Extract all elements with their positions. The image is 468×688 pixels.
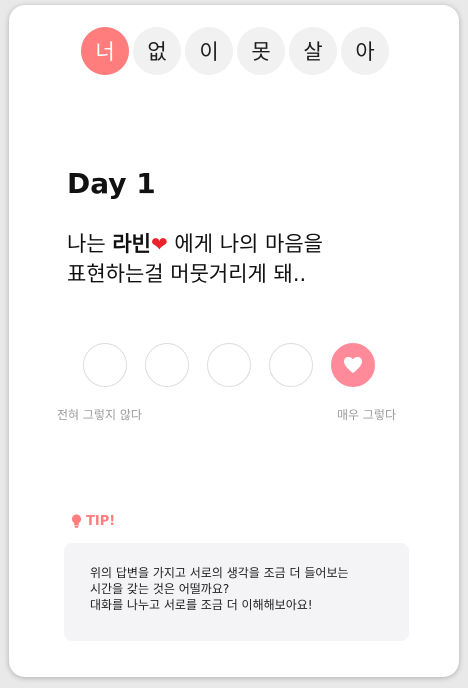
- tab-1[interactable]: 너: [81, 27, 129, 75]
- scale-option-2[interactable]: [145, 343, 189, 387]
- question-text: 나는 라빈❤ 에게 나의 마음을 표현하는걸 머뭇거리게 돼..: [67, 229, 427, 289]
- tab-5[interactable]: 살: [289, 27, 337, 75]
- tab-4[interactable]: 못: [237, 27, 285, 75]
- tab-2[interactable]: 없: [133, 27, 181, 75]
- tab-3[interactable]: 이: [185, 27, 233, 75]
- tip-line-2: 시간을 갖는 것은 어떨까요?: [90, 582, 230, 596]
- tip-box: 위의 답변을 가지고 서로의 생각을 조금 더 들어보는 시간을 갖는 것은 어…: [64, 543, 409, 641]
- tip-title: TIP!: [86, 514, 116, 529]
- tip-header: TIP!: [71, 514, 115, 529]
- partner-name: 라빈: [112, 232, 151, 256]
- red-heart-icon: ❤: [150, 232, 168, 256]
- tip-line-1: 위의 답변을 가지고 서로의 생각을 조금 더 들어보는: [90, 566, 349, 580]
- question-prefix: 나는: [67, 232, 113, 256]
- scale-option-4[interactable]: [269, 343, 313, 387]
- scale-min-label: 전혀 그렇지 않다: [57, 408, 142, 422]
- lightbulb-icon: [71, 514, 82, 528]
- tip-line-3: 대화를 나누고 서로를 조금 더 이해해보아요!: [90, 598, 313, 612]
- card: 너 없 이 못 살 아 Day 1 나는 라빈❤ 에게 나의 마음을 표현하는걸…: [9, 5, 459, 677]
- question-after-name: 에게 나의 마음을: [167, 232, 323, 256]
- day-title: Day 1: [67, 167, 156, 200]
- scale-option-1[interactable]: [83, 343, 127, 387]
- scale-max-label: 매우 그렇다: [337, 408, 397, 422]
- letter-tabs: 너 없 이 못 살 아: [81, 27, 393, 75]
- scale-option-5[interactable]: [331, 343, 375, 387]
- answer-scale: [83, 343, 393, 387]
- tab-6[interactable]: 아: [341, 27, 389, 75]
- question-line-2: 표현하는걸 머뭇거리게 돼..: [67, 262, 307, 286]
- scale-option-3[interactable]: [207, 343, 251, 387]
- heart-icon: [344, 356, 362, 374]
